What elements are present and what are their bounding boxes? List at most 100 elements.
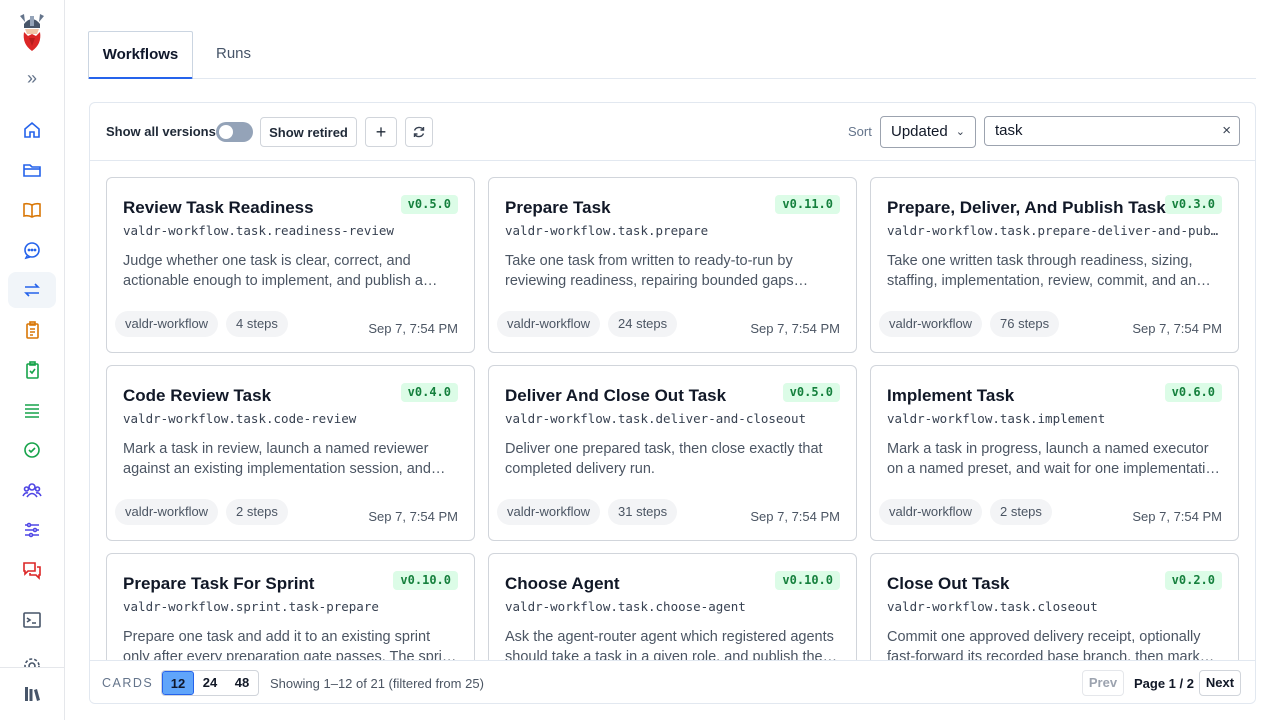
- workflow-title: Choose Agent: [505, 574, 620, 593]
- version-badge: v0.3.0: [1164, 195, 1222, 214]
- search-input[interactable]: task ×: [984, 116, 1240, 146]
- nav-workflows-icon[interactable]: [8, 272, 56, 308]
- sort-select[interactable]: Updated ⌄: [880, 116, 976, 148]
- version-badge: v0.10.0: [775, 571, 840, 590]
- sort-label: Sort: [848, 124, 872, 139]
- workflow-card[interactable]: Code Review Task v0.4.0 valdr-workflow.tas…: [106, 365, 475, 541]
- workflow-description: Mark a task in progress, launch a named …: [887, 441, 1220, 477]
- showing-count: Showing 1–12 of 21 (filtered from 25): [270, 676, 484, 691]
- tab-workflows[interactable]: Workflows: [88, 31, 193, 79]
- steps-chip: 2 steps: [226, 499, 288, 525]
- sidebar-footer: [0, 667, 64, 720]
- nav-messages-icon[interactable]: [8, 552, 56, 588]
- workflow-slug: valdr-workflow.task.prepare: [505, 223, 709, 238]
- nav-list-icon[interactable]: [8, 392, 56, 428]
- nav-clipboard-check-icon[interactable]: [8, 352, 56, 388]
- show-retired-button[interactable]: Show retired: [260, 117, 357, 147]
- workflow-title: Prepare, Deliver, And Publish Task: [887, 198, 1166, 217]
- workflow-title: Review Task Readiness: [123, 198, 314, 217]
- nav-folder-icon[interactable]: [8, 152, 56, 188]
- package-chip: valdr-workflow: [879, 311, 983, 337]
- workflow-card[interactable]: Implement Task v0.6.0 valdr-workflow.task.…: [870, 365, 1239, 541]
- steps-chip: 31 steps: [608, 499, 678, 525]
- version-badge: v0.6.0: [1164, 383, 1222, 402]
- show-all-versions-toggle[interactable]: [216, 122, 253, 142]
- workflow-description: Judge whether one task is clear, correct…: [123, 253, 438, 289]
- steps-chip: 2 steps: [990, 499, 1052, 525]
- app-library-icon[interactable]: [8, 676, 56, 712]
- page-size-12-button[interactable]: 12: [162, 671, 194, 695]
- workflow-card[interactable]: Prepare Task For Sprint v0.10.0 valdr-work…: [106, 553, 475, 661]
- workflow-slug: valdr-workflow.task.deliver-and-closeout: [505, 411, 807, 426]
- workflow-description: Mark a task in review, launch a named re…: [123, 441, 446, 477]
- version-badge: v0.2.0: [1164, 571, 1222, 590]
- workflow-description: Prepare one task and add it to an existi…: [123, 629, 457, 661]
- updated-date: Sep 7, 7:54 PM: [750, 321, 840, 336]
- updated-date: Sep 7, 7:54 PM: [368, 321, 458, 336]
- workflows-panel: Show all versions Show retired + Sort Up…: [89, 102, 1256, 704]
- page-size-24-button[interactable]: 24: [194, 671, 226, 695]
- workflow-slug: valdr-workflow.task.prepare-deliver-and-…: [887, 223, 1223, 238]
- workflow-description: Take one task from written to ready-to-r…: [505, 253, 794, 289]
- toggle-knob: [219, 125, 233, 139]
- updated-date: Sep 7, 7:54 PM: [750, 509, 840, 524]
- workflow-description: Take one written task through readiness,…: [887, 253, 1211, 289]
- workflow-title: Close Out Task: [887, 574, 1010, 593]
- updated-date: Sep 7, 7:54 PM: [368, 509, 458, 524]
- nav-book-icon[interactable]: [8, 192, 56, 228]
- refresh-button[interactable]: [405, 117, 433, 147]
- workflow-card[interactable]: Prepare, Deliver, And Publish Task v0.3.0…: [870, 177, 1239, 353]
- workflow-card[interactable]: Close Out Task v0.2.0 valdr-workflow.task.…: [870, 553, 1239, 661]
- tab-runs[interactable]: Runs: [200, 31, 267, 79]
- refresh-icon: [413, 126, 425, 138]
- workflow-slug: valdr-workflow.task.choose-agent: [505, 599, 746, 614]
- workflow-description: Deliver one prepared task, then close ex…: [505, 441, 823, 477]
- sidebar: »: [0, 0, 65, 720]
- page-size-group: 12 24 48: [161, 670, 259, 696]
- package-chip: valdr-workflow: [497, 311, 601, 337]
- version-badge: v0.5.0: [782, 383, 840, 402]
- workflow-card[interactable]: Deliver And Close Out Task v0.5.0 valdr-wo…: [488, 365, 857, 541]
- viking-logo-icon[interactable]: [16, 10, 48, 52]
- updated-date: Sep 7, 7:54 PM: [1132, 509, 1222, 524]
- version-badge: v0.11.0: [775, 195, 840, 214]
- workflow-slug: valdr-workflow.sprint.task-prepare: [123, 599, 379, 614]
- package-chip: valdr-workflow: [115, 311, 219, 337]
- package-chip: valdr-workflow: [879, 499, 983, 525]
- page-indicator: Page 1 / 2: [1134, 676, 1194, 691]
- nav-check-circle-icon[interactable]: [8, 432, 56, 468]
- version-badge: v0.4.0: [400, 383, 458, 402]
- nav-team-icon[interactable]: [8, 472, 56, 508]
- prev-page-button[interactable]: Prev: [1082, 670, 1124, 696]
- next-page-button[interactable]: Next: [1199, 670, 1241, 696]
- toolbar: Show all versions Show retired + Sort Up…: [90, 103, 1255, 161]
- workflow-card[interactable]: Choose Agent v0.10.0 valdr-workflow.task.c…: [488, 553, 857, 661]
- workflow-card[interactable]: Review Task Readiness v0.5.0 valdr-workflo…: [106, 177, 475, 353]
- workflow-title: Implement Task: [887, 386, 1015, 405]
- workflow-title: Prepare Task For Sprint: [123, 574, 315, 593]
- tab-bar: Workflows Runs: [88, 31, 1256, 79]
- workflow-description: Commit one approved delivery receipt, op…: [887, 629, 1215, 661]
- workflow-title: Deliver And Close Out Task: [505, 386, 727, 405]
- workflow-title: Code Review Task: [123, 386, 272, 405]
- search-value: task: [995, 122, 1023, 139]
- steps-chip: 4 steps: [226, 311, 288, 337]
- steps-chip: 76 steps: [990, 311, 1060, 337]
- clear-search-icon[interactable]: ×: [1222, 117, 1231, 145]
- nav-clipboard-icon[interactable]: [8, 312, 56, 348]
- chevron-down-icon: ⌄: [955, 126, 965, 138]
- pagination-footer: CARDS 12 24 48 Showing 1–12 of 21 (filte…: [90, 660, 1255, 703]
- version-badge: v0.5.0: [400, 195, 458, 214]
- nav-home-icon[interactable]: [8, 112, 56, 148]
- page-size-48-button[interactable]: 48: [226, 671, 258, 695]
- expand-sidebar-icon[interactable]: »: [22, 68, 42, 88]
- show-all-versions-label: Show all versions: [106, 124, 216, 139]
- workflow-card[interactable]: Prepare Task v0.11.0 valdr-workflow.task.p…: [488, 177, 857, 353]
- nav-sliders-icon[interactable]: [8, 512, 56, 548]
- nav-terminal-icon[interactable]: [8, 602, 56, 638]
- cards-label: CARDS: [102, 676, 154, 690]
- nav-chat-icon[interactable]: [8, 232, 56, 268]
- add-workflow-button[interactable]: +: [365, 117, 397, 147]
- workflow-slug: valdr-workflow.task.implement: [887, 411, 1106, 426]
- steps-chip: 24 steps: [608, 311, 678, 337]
